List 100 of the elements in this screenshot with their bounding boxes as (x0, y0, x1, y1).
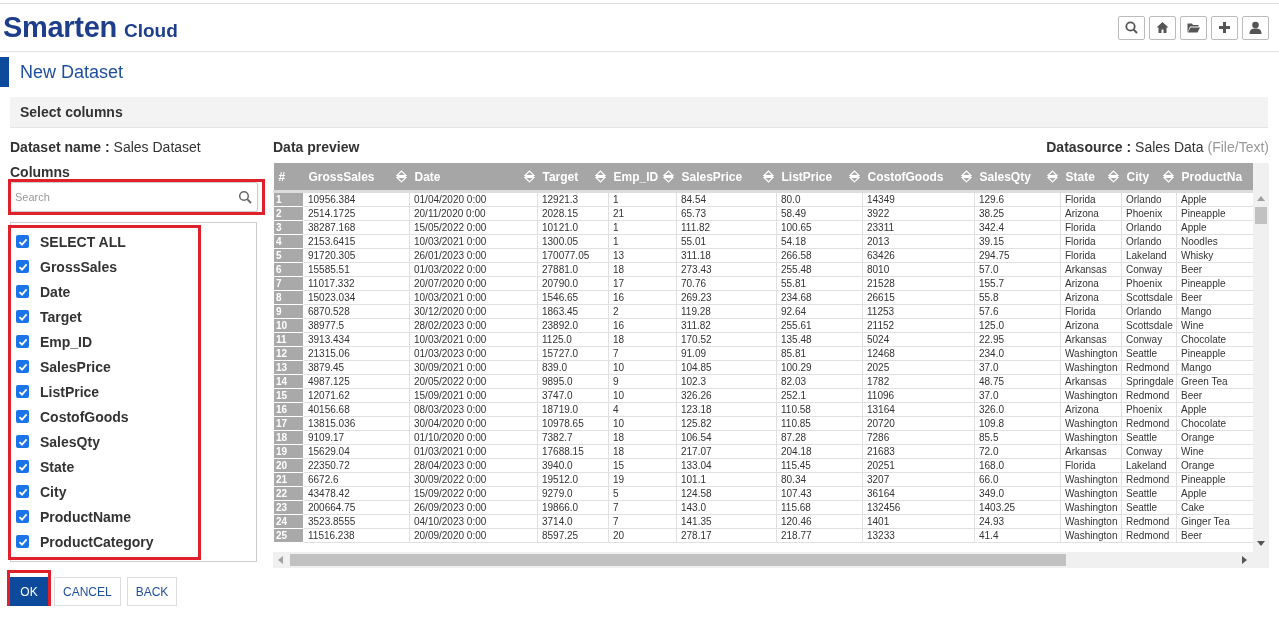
checkbox[interactable] (16, 535, 29, 548)
table-cell: Washington (1060, 500, 1122, 515)
user-icon (1248, 20, 1263, 35)
table-cell: 217.07 (676, 444, 777, 459)
datasource-value: Sales Data (1135, 139, 1204, 157)
search-field[interactable]: Search (10, 182, 258, 212)
column-label[interactable]: State (40, 458, 75, 475)
columns-label: Columns (9, 164, 71, 179)
table-cell: 92.64 (776, 304, 863, 319)
column-label[interactable]: SalesPrice (40, 358, 111, 375)
sort-icon[interactable] (395, 170, 407, 183)
table-cell: 125.82 (676, 416, 777, 431)
checkbox[interactable] (16, 460, 29, 473)
column-label[interactable]: ListPrice (40, 383, 100, 400)
table-cell: Conway (1121, 332, 1177, 347)
table-cell: Florida (1060, 304, 1122, 319)
table-cell: Conway (1121, 444, 1177, 459)
dataset-name-label: Dataset name : (10, 139, 110, 157)
sort-icon[interactable] (1046, 170, 1058, 183)
table-cell: 21683 (862, 444, 975, 459)
checkbox[interactable] (16, 285, 29, 298)
column-label[interactable]: ProductCategory (40, 533, 154, 550)
checkbox[interactable] (16, 235, 29, 248)
scroll-left-icon[interactable] (278, 556, 283, 564)
column-label[interactable]: SELECT ALL (40, 233, 126, 250)
sort-icon[interactable] (1162, 170, 1174, 183)
column-label[interactable]: Target (40, 308, 82, 325)
checkbox[interactable] (16, 385, 29, 398)
column-label[interactable]: Emp_ID (40, 333, 93, 350)
column-label[interactable]: Date (40, 283, 71, 300)
ok-button[interactable]: OK (10, 577, 48, 606)
checkbox[interactable] (16, 260, 29, 273)
checkbox[interactable] (16, 410, 29, 423)
table-cell: 107.43 (776, 486, 863, 501)
table-cell: 30/04/2020 0:00 (409, 416, 538, 431)
table-cell: 252.1 (776, 388, 863, 403)
data-preview-title: Data preview (273, 139, 360, 157)
sort-icon[interactable] (762, 170, 774, 183)
cancel-button[interactable]: CANCEL (54, 577, 121, 606)
table-cell: 20/07/2020 0:00 (409, 276, 538, 291)
sort-icon[interactable] (662, 170, 674, 183)
table-cell: 66.0 (974, 472, 1061, 487)
logo-brand: Smarten (3, 11, 117, 44)
table-cell: 155.7 (974, 276, 1061, 291)
checkbox[interactable] (16, 310, 29, 323)
table-cell: 20/09/2020 0:00 (409, 528, 538, 543)
column-label[interactable]: ProductName (40, 508, 132, 525)
column-label[interactable]: City (40, 483, 67, 500)
table-cell: 15585.51 (303, 262, 410, 277)
sort-icon[interactable] (1107, 170, 1119, 183)
table-cell: Orlando (1121, 191, 1177, 207)
table-cell: 200664.75 (303, 500, 410, 515)
table-cell: 115.45 (776, 458, 863, 473)
table-cell: 7382.7 (537, 430, 609, 445)
table-cell: 311.18 (676, 248, 777, 263)
sort-icon[interactable] (848, 170, 860, 183)
table-cell: 24.93 (974, 514, 1061, 529)
checkbox[interactable] (16, 435, 29, 448)
table-cell: 1 (608, 220, 677, 235)
checkbox[interactable] (16, 485, 29, 498)
table-cell: Phoenix (1121, 276, 1177, 291)
table-cell: Orlando (1121, 220, 1177, 235)
table-cell: 55.81 (776, 276, 863, 291)
checkbox[interactable] (16, 360, 29, 373)
user-button[interactable] (1242, 15, 1269, 40)
scroll-right-icon[interactable] (1242, 556, 1247, 564)
search-button[interactable] (1118, 15, 1145, 40)
table-cell: 9279.0 (537, 486, 609, 501)
sort-icon[interactable] (523, 170, 535, 183)
table-cell: 342.4 (974, 220, 1061, 235)
table-cell: 01/10/2020 0:00 (409, 430, 538, 445)
checkbox[interactable] (16, 335, 29, 348)
scrollbar-thumb[interactable] (290, 554, 1066, 566)
table-cell: 106.54 (676, 430, 777, 445)
table-cell: 26/09/2023 0:00 (409, 500, 538, 515)
column-label[interactable]: GrossSales (40, 258, 118, 275)
scroll-down-icon[interactable] (1257, 541, 1265, 546)
table-cell: 80.34 (776, 472, 863, 487)
table-cell: 2514.1725 (303, 206, 410, 221)
table-cell: 01/03/2022 0:00 (409, 262, 538, 277)
table-cell: 3922 (862, 206, 975, 221)
table-cell: 65.73 (676, 206, 777, 221)
sort-icon[interactable] (594, 170, 606, 183)
home-button[interactable] (1149, 15, 1176, 40)
table-cell: 9895.0 (537, 374, 609, 389)
table-cell: 15 (608, 458, 677, 473)
table-cell: 20790.0 (537, 276, 609, 291)
scroll-up-icon[interactable] (1257, 196, 1265, 201)
scrollbar-thumb[interactable] (1255, 207, 1267, 224)
plus-button[interactable] (1211, 15, 1238, 40)
column-label[interactable]: SalesQty (40, 433, 100, 450)
table-cell: 26615 (862, 290, 975, 305)
folder-button[interactable] (1180, 15, 1207, 40)
sort-icon[interactable] (960, 170, 972, 183)
table-cell: 170077.05 (537, 248, 609, 263)
checkbox[interactable] (16, 510, 29, 523)
table-cell: 3523.8555 (303, 514, 410, 529)
table-cell: 57.0 (974, 262, 1061, 277)
column-label[interactable]: CostofGoods (40, 408, 129, 425)
back-button[interactable]: BACK (126, 577, 178, 606)
